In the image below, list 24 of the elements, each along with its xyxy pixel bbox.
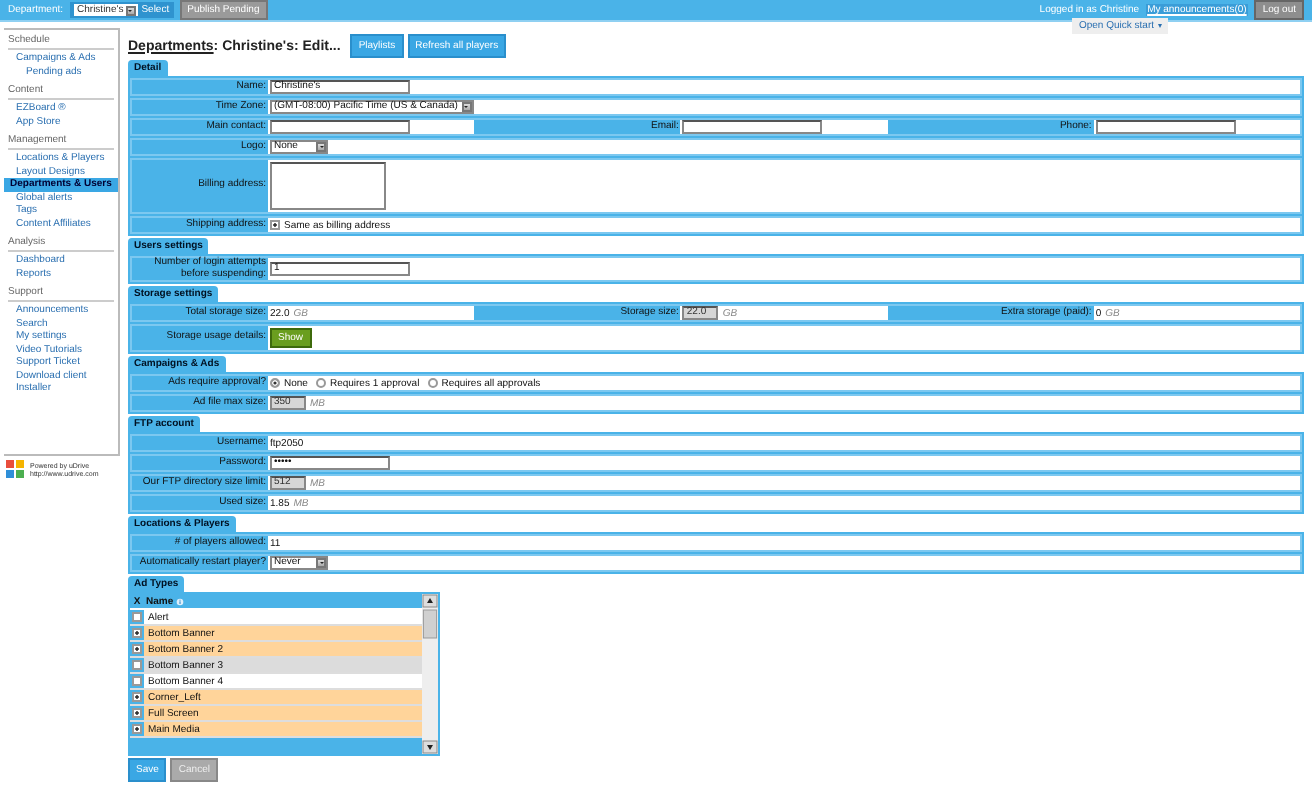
checkbox[interactable] [132, 660, 142, 670]
checkbox[interactable] [132, 612, 142, 622]
logo-icon [4, 458, 28, 482]
radio-button[interactable] [270, 378, 280, 388]
caret-icon [1158, 24, 1162, 28]
text-area[interactable] [270, 162, 386, 210]
info-icon [175, 597, 184, 605]
radio-button[interactable] [315, 378, 326, 388]
checkbox[interactable] [132, 708, 142, 718]
checkbox[interactable] [132, 724, 142, 734]
dropdown-icon [125, 5, 136, 15]
dropdown-icon [461, 102, 472, 112]
input-field[interactable] [270, 120, 410, 134]
input-field[interactable] [682, 120, 823, 134]
checkbox[interactable] [132, 676, 142, 686]
checkbox[interactable] [132, 692, 142, 702]
checkbox[interactable] [270, 220, 280, 230]
scrollbar[interactable] [422, 594, 438, 754]
checkbox[interactable] [132, 628, 142, 638]
radio-button[interactable] [427, 378, 438, 388]
input-field[interactable] [1095, 120, 1236, 134]
dropdown-icon [316, 142, 326, 152]
dropdown-icon [316, 558, 326, 568]
checkbox[interactable] [132, 644, 142, 654]
